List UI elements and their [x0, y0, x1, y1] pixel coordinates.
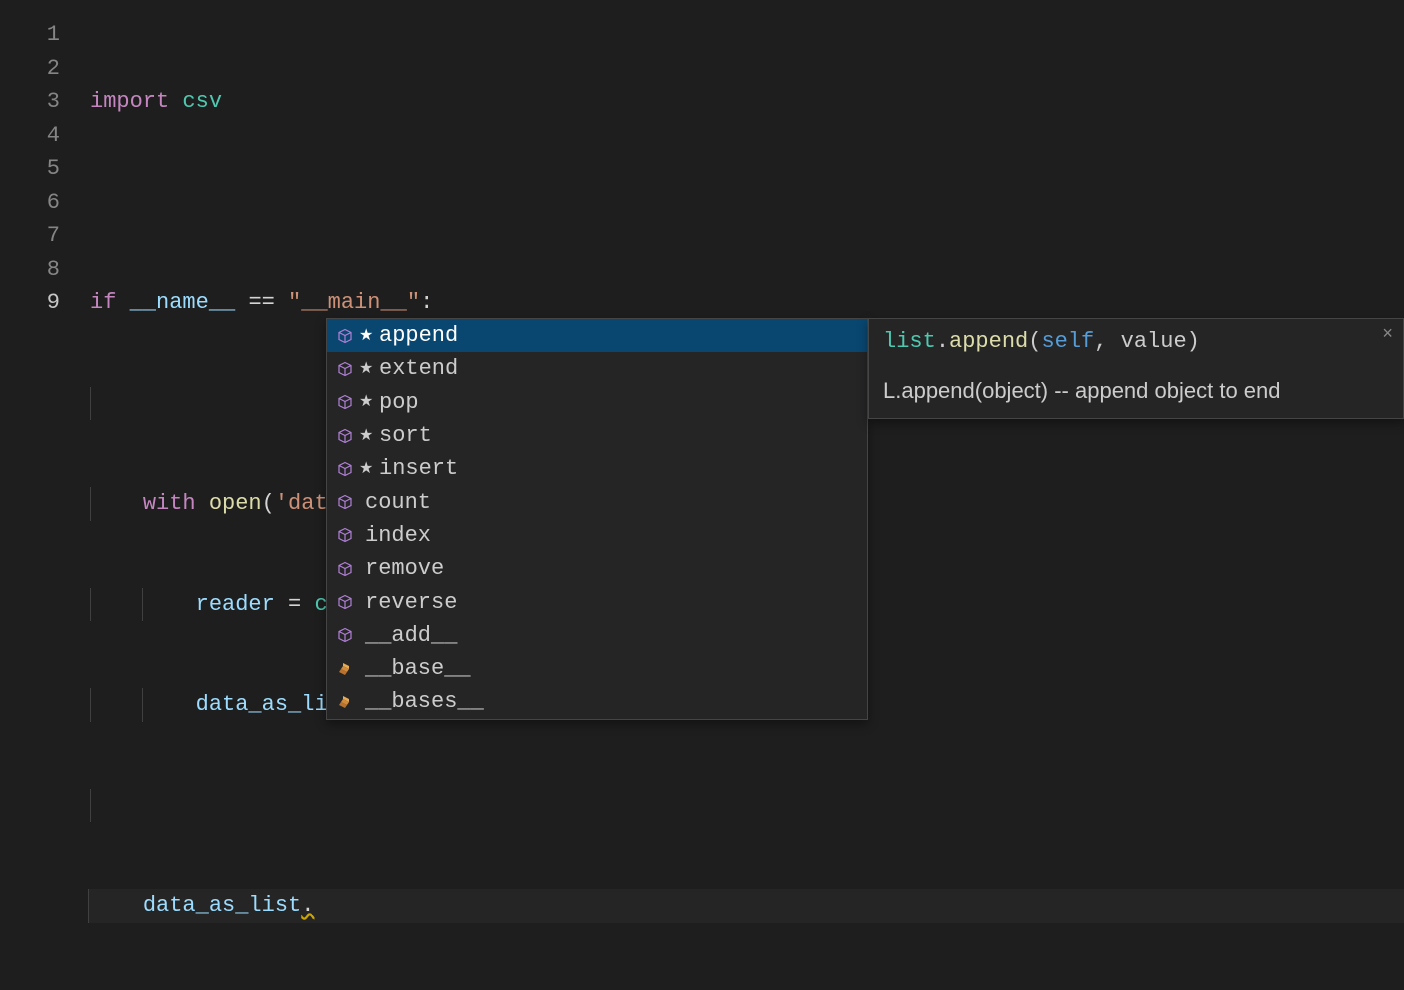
paren: (	[262, 491, 275, 516]
operator: ==	[248, 290, 274, 315]
sig-dot: .	[936, 329, 949, 354]
keyword-if: if	[90, 290, 116, 315]
suggestion-item[interactable]: ★ pop	[327, 386, 867, 419]
line-number: 7	[0, 219, 60, 253]
method-cube-icon	[337, 594, 353, 610]
string-literal: "__main__"	[288, 290, 420, 315]
suggestion-item[interactable]: __bases__	[327, 685, 867, 718]
star-icon: ★	[359, 461, 373, 477]
star-icon: ★	[359, 428, 373, 444]
suggestion-item[interactable]: __base__	[327, 652, 867, 685]
suggestion-label: reverse	[365, 590, 457, 615]
suggestion-item[interactable]: count	[327, 485, 867, 518]
sig-fn: append	[949, 329, 1028, 354]
suggestion-item[interactable]: ★ append	[327, 319, 867, 352]
line-number: 6	[0, 186, 60, 220]
suggestion-label: extend	[379, 356, 458, 381]
operator: =	[275, 592, 315, 617]
punct: .	[301, 893, 314, 918]
method-cube-icon	[337, 627, 353, 643]
signature-text: list.append(self, value)	[883, 329, 1389, 354]
field-icon	[337, 661, 353, 677]
suggestion-label: count	[365, 490, 431, 515]
punct: :	[420, 290, 433, 315]
suggestion-item[interactable]: ★ extend	[327, 352, 867, 385]
suggestion-item[interactable]: reverse	[327, 585, 867, 618]
suggestion-label: index	[365, 523, 431, 548]
line-number: 2	[0, 52, 60, 86]
suggestion-label: remove	[365, 556, 444, 581]
sig-self: self	[1041, 329, 1094, 354]
code-line[interactable]	[90, 789, 1404, 823]
keyword-with: with	[143, 491, 196, 516]
suggestion-label: insert	[379, 456, 458, 481]
suggestion-item[interactable]: __add__	[327, 619, 867, 652]
method-cube-icon	[337, 527, 353, 543]
star-icon: ★	[359, 361, 373, 377]
method-cube-icon	[337, 494, 353, 510]
code-line[interactable]: data_as_list.	[88, 889, 1404, 923]
method-cube-icon	[337, 361, 353, 377]
suggestion-item[interactable]: index	[327, 519, 867, 552]
close-icon[interactable]: ×	[1382, 325, 1393, 345]
suggestion-label: __bases__	[365, 689, 484, 714]
suggestion-label: __add__	[365, 623, 457, 648]
star-icon: ★	[359, 394, 373, 410]
method-cube-icon	[337, 328, 353, 344]
signature-help-popup: × list.append(self, value) L.append(obje…	[868, 318, 1404, 419]
line-number: 8	[0, 253, 60, 287]
method-cube-icon	[337, 561, 353, 577]
method-cube-icon	[337, 461, 353, 477]
module-name: csv	[182, 89, 222, 114]
doc-description: L.append(object) -- append object to end	[883, 378, 1389, 404]
keyword-import: import	[90, 89, 169, 114]
code-line[interactable]: if __name__ == "__main__":	[90, 286, 1404, 320]
suggestion-item[interactable]: ★ insert	[327, 452, 867, 485]
code-line[interactable]: import csv	[90, 85, 1404, 119]
line-number: 4	[0, 119, 60, 153]
var-reader: reader	[196, 592, 275, 617]
field-icon	[337, 694, 353, 710]
intellisense-popup[interactable]: ★ append ★ extend ★ pop ★ sort ★ insert count index…	[326, 318, 868, 720]
method-cube-icon	[337, 428, 353, 444]
star-icon: ★	[359, 328, 373, 344]
suggestion-label: sort	[379, 423, 432, 448]
suggestion-label: __base__	[365, 656, 471, 681]
method-cube-icon	[337, 394, 353, 410]
fn-open: open	[209, 491, 262, 516]
line-number: 9	[0, 286, 60, 320]
line-number: 1	[0, 18, 60, 52]
suggestion-label: append	[379, 323, 458, 348]
suggestion-item[interactable]: remove	[327, 552, 867, 585]
code-line[interactable]	[90, 186, 1404, 220]
sig-paren: (	[1028, 329, 1041, 354]
suggestion-label: pop	[379, 390, 419, 415]
var-data: data_as_list	[143, 893, 301, 918]
dunder-name: __name__	[130, 290, 236, 315]
line-number: 5	[0, 152, 60, 186]
line-number-gutter: 1 2 3 4 5 6 7 8 9	[0, 18, 90, 990]
sig-type: list	[883, 329, 936, 354]
suggestion-item[interactable]: ★ sort	[327, 419, 867, 452]
sig-rest: , value)	[1094, 329, 1200, 354]
line-number: 3	[0, 85, 60, 119]
